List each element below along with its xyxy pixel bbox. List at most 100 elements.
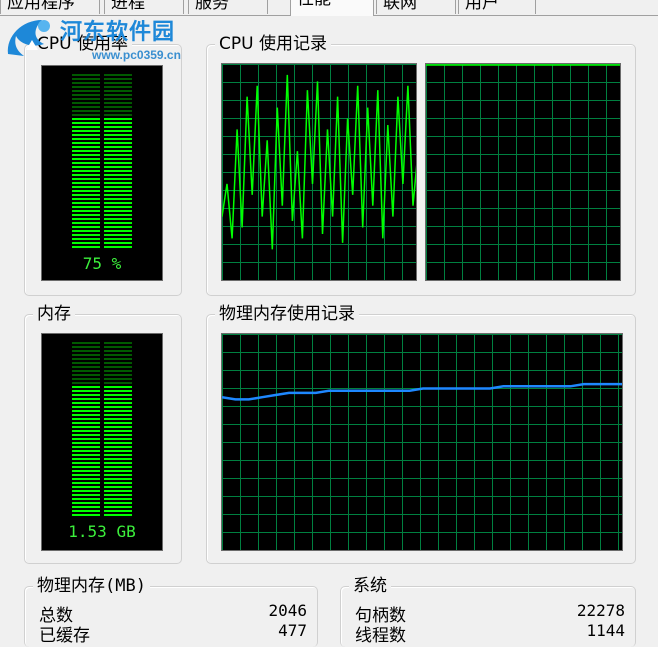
- memory-meter-segment: [104, 390, 132, 392]
- cpu-meter-segment: [104, 110, 132, 112]
- memory-meter-segment: [72, 366, 100, 368]
- tab-label: 用户: [465, 0, 499, 13]
- tab-services[interactable]: 服务: [188, 0, 268, 14]
- cpu-meter-segment: [104, 190, 132, 192]
- stats-value: 477: [278, 621, 307, 640]
- memory-meter-segment: [104, 454, 132, 456]
- memory-meter-segment: [104, 502, 132, 504]
- memory-meter-segment: [72, 362, 100, 364]
- memory-meter-segment: [104, 462, 132, 464]
- stats-row-threads: 线程数 1144: [355, 621, 625, 646]
- cpu-meter-segment: [72, 190, 100, 192]
- cpu-meter-segment: [104, 138, 132, 140]
- cpu-meter-segment: [72, 202, 100, 204]
- stats-label: 已缓存: [39, 626, 90, 646]
- cpu-meter-segment: [72, 186, 100, 188]
- cpu-meter-segment: [104, 122, 132, 124]
- tab-performance[interactable]: 性能: [290, 0, 374, 16]
- memory-meter-segment: [72, 346, 100, 348]
- cpu-meter-segment: [72, 162, 100, 164]
- cpu-meter-segment: [104, 210, 132, 212]
- cpu-meter-segment: [72, 182, 100, 184]
- cpu-meter-segment: [72, 122, 100, 124]
- cpu-meter-segment: [72, 98, 100, 100]
- cpu-meter-segment: [72, 226, 100, 228]
- cpu-meter-segment: [104, 178, 132, 180]
- physical-memory-title: 物理内存(MB): [33, 574, 150, 598]
- cpu-meter-segment: [104, 166, 132, 168]
- memory-meter-segment: [104, 482, 132, 484]
- cpu-meter-segment: [104, 82, 132, 84]
- memory-meter-segment: [72, 438, 100, 440]
- memory-meter-segment: [72, 458, 100, 460]
- stats-value: 2046: [268, 601, 307, 620]
- memory-meter-segment: [104, 506, 132, 508]
- memory-meter-segment: [104, 386, 132, 388]
- memory-meter-segment: [72, 486, 100, 488]
- cpu-meter-segment: [72, 142, 100, 144]
- memory-meter-segment: [104, 470, 132, 472]
- tab-users[interactable]: 用户: [458, 0, 536, 14]
- cpu-meter-segment: [104, 226, 132, 228]
- tab-applications[interactable]: 应用程序: [0, 0, 100, 14]
- cpu-meter-segment: [72, 114, 100, 116]
- memory-meter-segment: [104, 466, 132, 468]
- tab-processes[interactable]: 进程: [104, 0, 184, 14]
- physical-memory-group: 物理内存(MB) 总数 2046 已缓存 477: [24, 574, 318, 647]
- cpu-meter-segment: [104, 162, 132, 164]
- cpu-meter-segment: [72, 74, 100, 76]
- cpu-meter-segment: [72, 150, 100, 152]
- tab-label: 服务: [195, 0, 229, 13]
- memory-meter-segment: [104, 478, 132, 480]
- cpu-meter-segment: [72, 242, 100, 244]
- stats-row-cached: 已缓存 477: [39, 621, 307, 646]
- tab-networking[interactable]: 联网: [376, 0, 456, 14]
- cpu-meter-segment: [104, 146, 132, 148]
- cpu-meter-segment: [104, 242, 132, 244]
- memory-history-graph: [221, 333, 623, 551]
- cpu-meter-segment: [104, 90, 132, 92]
- memory-meter-segment: [104, 426, 132, 428]
- memory-meter-segment: [72, 354, 100, 356]
- cpu-meter-segment: [72, 166, 100, 168]
- cpu-meter-segment: [104, 118, 132, 120]
- memory-meter-segment: [104, 510, 132, 512]
- memory-meter-segment: [72, 490, 100, 492]
- memory-value: 1.53 GB: [68, 522, 136, 541]
- cpu-meter-segment: [104, 94, 132, 96]
- memory-meter-segment: [72, 462, 100, 464]
- cpu-meter-segment: [72, 146, 100, 148]
- cpu-meter-segment: [72, 222, 100, 224]
- cpu-usage-bars: [72, 74, 132, 248]
- cpu-meter-segment: [72, 126, 100, 128]
- cpu-meter-segment: [72, 94, 100, 96]
- cpu-meter-segment: [72, 158, 100, 160]
- cpu-meter-segment: [104, 74, 132, 76]
- memory-meter-segment: [72, 442, 100, 444]
- memory-meter-segment: [104, 382, 132, 384]
- memory-meter-segment: [104, 362, 132, 364]
- cpu-meter-segment: [72, 230, 100, 232]
- cpu-meter-segment: [72, 170, 100, 172]
- cpu-meter-segment: [104, 222, 132, 224]
- cpu-history-graph-core2: [425, 63, 621, 281]
- memory-meter-segment: [104, 366, 132, 368]
- cpu-meter-segment: [104, 230, 132, 232]
- memory-meter-segment: [104, 354, 132, 356]
- memory-meter-segment: [104, 422, 132, 424]
- stats-value: 1144: [586, 621, 625, 640]
- cpu-meter-segment: [72, 134, 100, 136]
- memory-meter-segment: [72, 418, 100, 420]
- memory-meter-segment: [72, 450, 100, 452]
- cpu-meter-segment: [72, 118, 100, 120]
- cpu-meter-segment: [104, 102, 132, 104]
- cpu-history-title: CPU 使用记录: [215, 32, 331, 56]
- cpu-meter-segment: [104, 98, 132, 100]
- memory-meter-segment: [104, 442, 132, 444]
- cpu-usage-group: CPU 使用率 75 %: [24, 32, 182, 296]
- cpu-meter-segment: [104, 238, 132, 240]
- memory-history-title: 物理内存使用记录: [215, 302, 359, 326]
- memory-meter-segment: [72, 358, 100, 360]
- cpu-meter-segment: [72, 214, 100, 216]
- memory-meter-segment: [72, 502, 100, 504]
